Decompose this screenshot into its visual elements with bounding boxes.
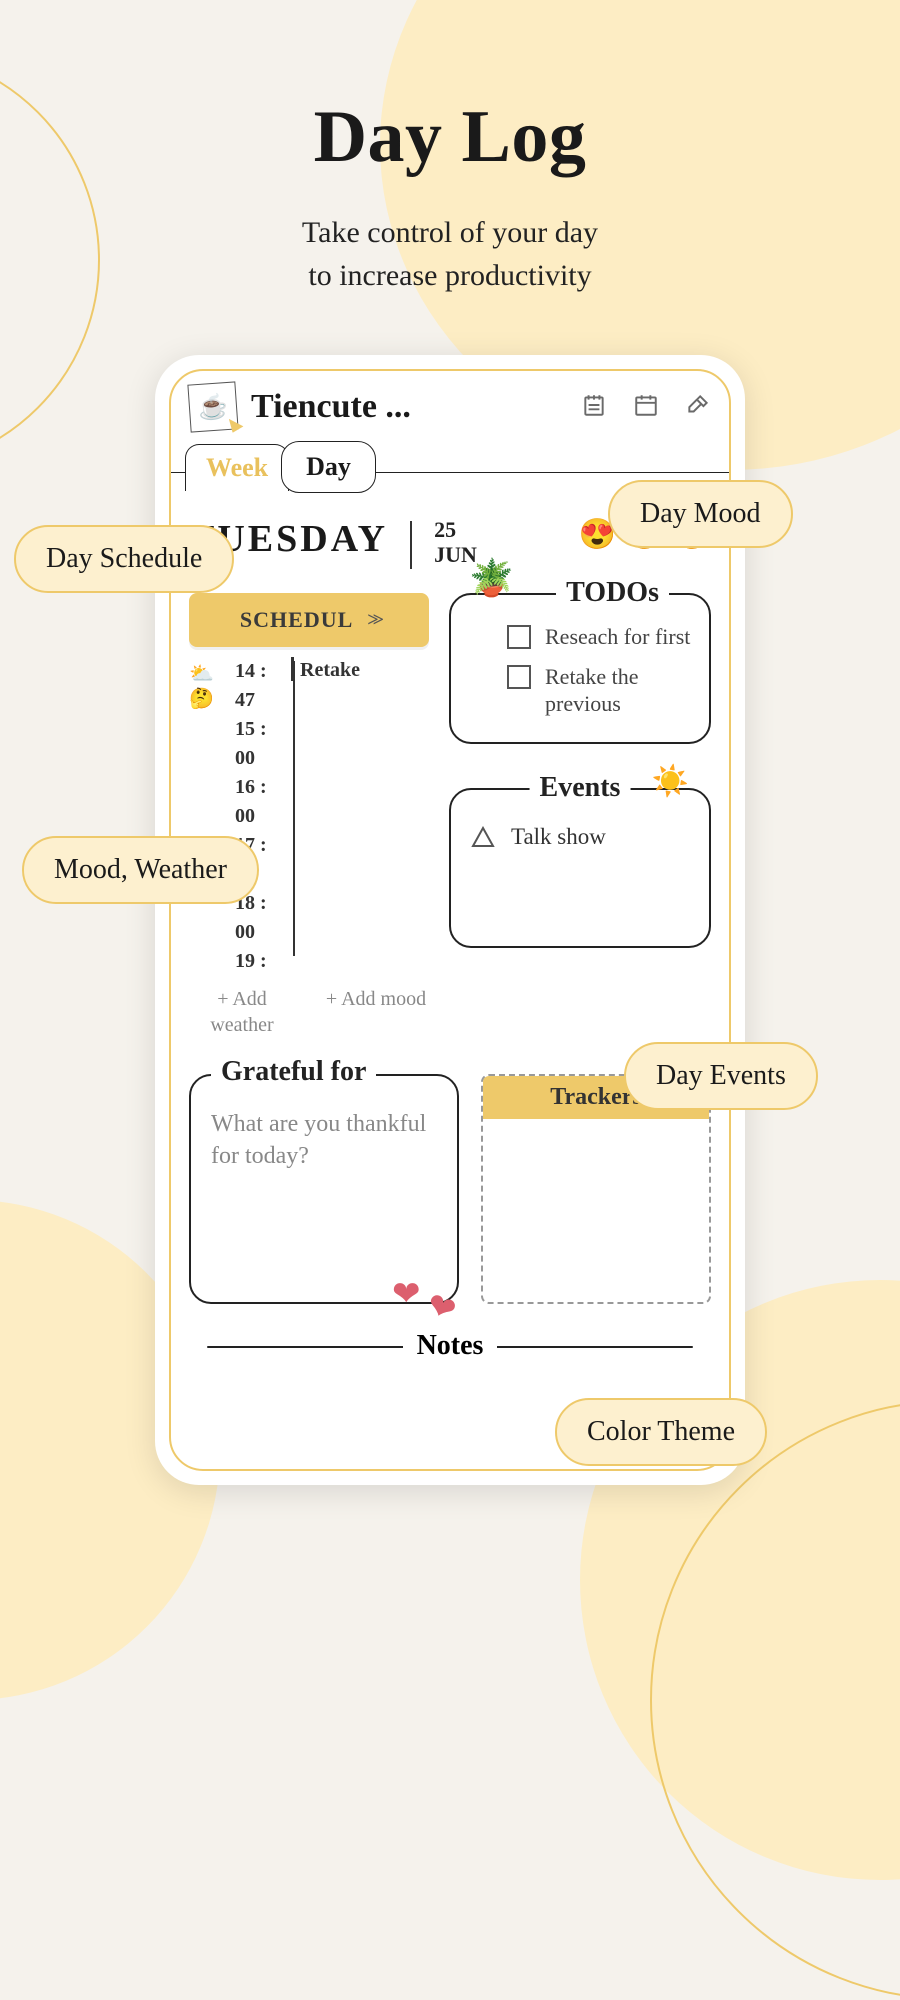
grateful-title: Grateful for xyxy=(211,1056,376,1088)
schedule-times: 14 : 47 15 : 00 16 : 00 17 : 00 18 : 00 … xyxy=(235,657,285,976)
divider xyxy=(410,521,412,569)
notebook-title[interactable]: Tiencute ... xyxy=(251,388,567,426)
callout-day-events: Day Events xyxy=(624,1042,818,1110)
calendar-icon[interactable] xyxy=(633,392,659,423)
checkbox-icon[interactable] xyxy=(507,665,531,689)
triangle-icon xyxy=(471,826,495,848)
tab-day[interactable]: Day xyxy=(281,441,376,493)
todo-text: Reseach for first xyxy=(545,623,690,651)
page-subtitle: Take control of your day to increase pro… xyxy=(0,212,900,297)
event-text: Talk show xyxy=(511,824,606,850)
plant-icon: 🪴 xyxy=(469,557,514,599)
sun-icon: ☀️ xyxy=(652,764,689,799)
notes-title: Notes xyxy=(403,1330,498,1362)
app-logo-icon[interactable] xyxy=(187,381,238,432)
weather-mood-icons[interactable]: ⛅🤔 xyxy=(189,657,235,976)
callout-day-schedule: Day Schedule xyxy=(14,525,234,593)
tab-week[interactable]: Week xyxy=(185,444,289,491)
chevron-right-icon: >> xyxy=(367,609,378,632)
schedule-label: SCHEDUL xyxy=(240,607,353,633)
notes-icon[interactable] xyxy=(581,392,607,423)
tools-icon[interactable] xyxy=(685,392,711,423)
callout-mood-weather: Mood, Weather xyxy=(22,836,259,904)
callout-day-mood: Day Mood xyxy=(608,480,793,548)
events-box: ☀️ Events Talk show xyxy=(449,788,711,948)
todo-item[interactable]: Reseach for first xyxy=(467,617,693,657)
heart-icon: ❤❤ xyxy=(392,1274,449,1314)
add-weather-button[interactable]: + Add weather xyxy=(189,986,295,1038)
schedule-button[interactable]: SCHEDUL >> xyxy=(189,593,429,647)
todo-item[interactable]: Retake the previous xyxy=(467,657,693,724)
checkbox-icon[interactable] xyxy=(507,625,531,649)
grateful-box[interactable]: Grateful for What are you thankful for t… xyxy=(189,1074,459,1304)
schedule-event[interactable]: Retake xyxy=(291,657,360,681)
todos-box: 🪴 TODOs Reseach for first Retake the pre… xyxy=(449,593,711,744)
grateful-placeholder: What are you thankful for today? xyxy=(211,1102,437,1173)
page-title: Day Log xyxy=(0,95,900,180)
timeline-line xyxy=(293,661,295,956)
todo-text: Retake the previous xyxy=(545,663,693,718)
event-item[interactable]: Talk show xyxy=(467,812,693,862)
callout-color-theme: Color Theme xyxy=(555,1398,767,1466)
todos-title: TODOs xyxy=(556,577,669,609)
events-title: Events xyxy=(530,772,631,804)
add-mood-button[interactable]: + Add mood xyxy=(323,986,429,1038)
